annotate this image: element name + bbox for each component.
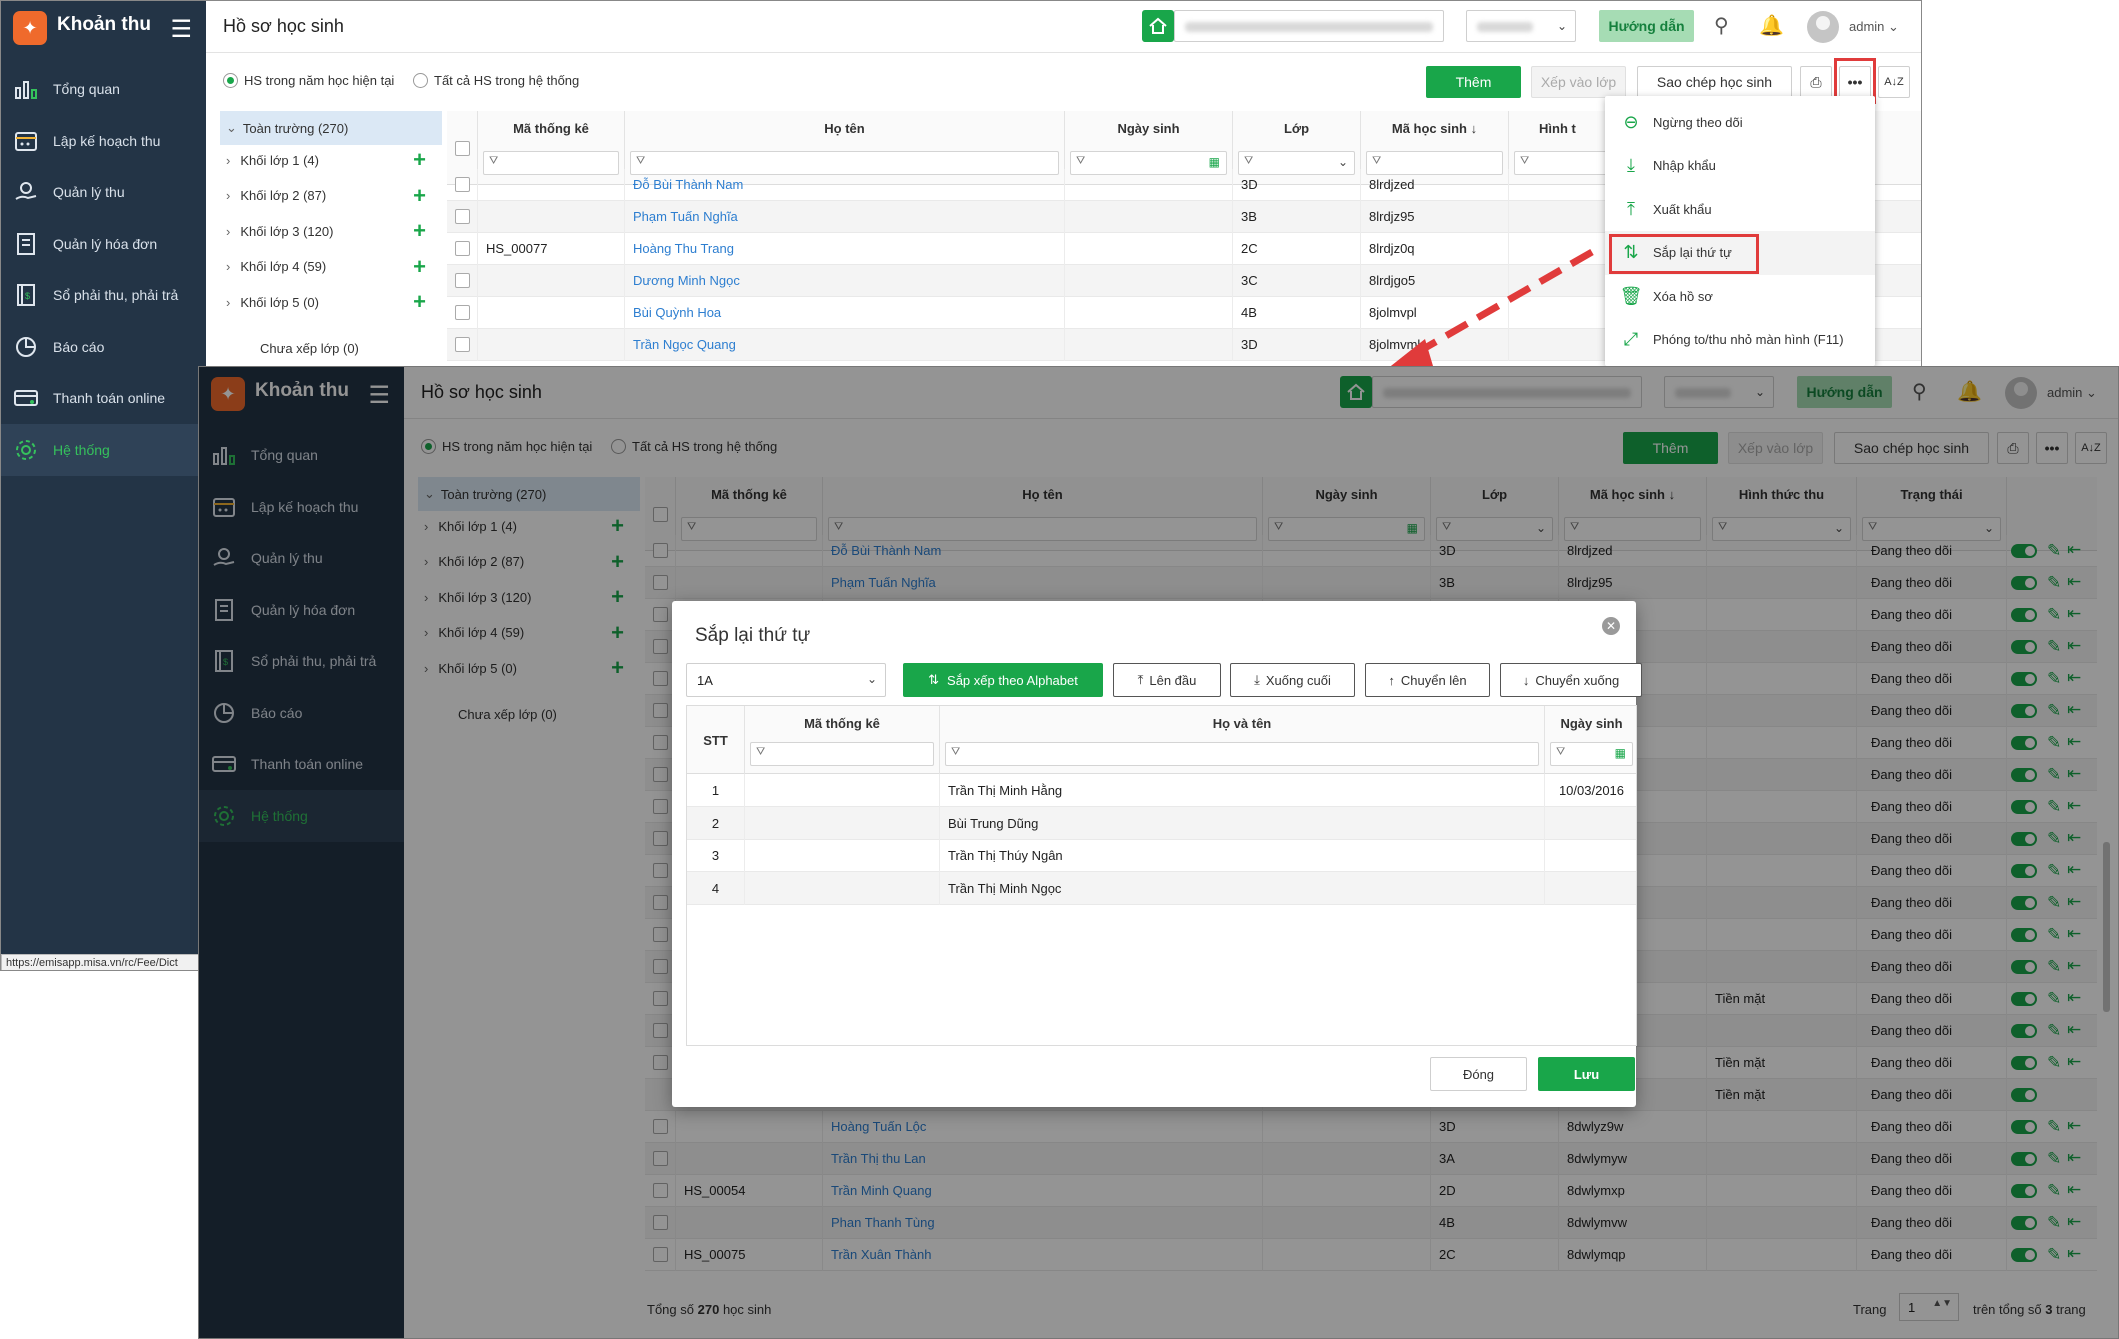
move-down-button[interactable]: ↓ Chuyển xuống bbox=[1500, 663, 1642, 697]
cell-code bbox=[745, 871, 940, 905]
cell-stt: 4 bbox=[687, 871, 745, 905]
cell-name: Trần Thị Minh Ngọc bbox=[940, 871, 1545, 905]
move-bottom-icon: ⤓ bbox=[1254, 672, 1260, 687]
cell-stt: 3 bbox=[687, 839, 745, 872]
arrow-down-icon: ↓ bbox=[1522, 672, 1530, 688]
reorder-dialog: Sắp lại thứ tự ✕ 1A ⌄ ⇅ Sắp xếp theo Alpha… bbox=[672, 601, 1642, 1107]
close-button[interactable]: Đóng bbox=[1430, 1057, 1527, 1091]
reorder-row[interactable]: 4 Trần Thị Minh Ngọc bbox=[687, 871, 1638, 905]
move-up-button[interactable]: ↑ Chuyển lên bbox=[1365, 663, 1490, 697]
cell-code bbox=[745, 839, 940, 872]
reorder-row[interactable]: 2 Bùi Trung Dũng bbox=[687, 806, 1638, 840]
cell-name: Trần Thị Thúy Ngân bbox=[940, 839, 1545, 872]
cell-dob bbox=[1545, 807, 1638, 840]
cell-stt: 1 bbox=[687, 774, 745, 807]
reorder-table-header: STT Mã thống kê Họ và tên Ngày sinh▦ bbox=[687, 706, 1636, 774]
header-stt: STT bbox=[687, 706, 745, 774]
sort-alphabet-button[interactable]: ⇅ Sắp xếp theo Alphabet bbox=[903, 663, 1103, 697]
close-icon[interactable]: ✕ bbox=[1602, 617, 1620, 635]
move-top-icon: ⤒ bbox=[1137, 672, 1144, 687]
move-to-bottom-button[interactable]: ⤓ Xuống cuối bbox=[1230, 663, 1355, 697]
reorder-row[interactable]: 1 Trần Thị Minh Hằng 10/03/2016 bbox=[687, 774, 1636, 807]
cell-code bbox=[745, 774, 940, 807]
cell-name: Trần Thị Minh Hằng bbox=[940, 774, 1545, 807]
cell-stt: 2 bbox=[687, 806, 745, 840]
cell-dob bbox=[1545, 839, 1638, 872]
filter-dob[interactable]: ▦ bbox=[1550, 742, 1633, 766]
window-modal-view: ✦ Khoản thu ☰ Tổng quan Lập kế hoạch thu Q… bbox=[198, 366, 2119, 1339]
cell-dob bbox=[1545, 872, 1638, 905]
header-full-name: Họ và tên bbox=[940, 706, 1545, 774]
arrow-up-icon: ↑ bbox=[1388, 672, 1395, 688]
cell-code bbox=[745, 806, 940, 840]
reorder-row[interactable]: 3 Trần Thị Thúy Ngân bbox=[687, 839, 1636, 872]
cell-name: Bùi Trung Dũng bbox=[940, 806, 1545, 840]
header-dob: Ngày sinh▦ bbox=[1545, 706, 1638, 774]
cell-dob: 10/03/2016 bbox=[1558, 783, 1625, 798]
filter-stat-code[interactable] bbox=[750, 742, 934, 766]
class-select[interactable]: 1A ⌄ bbox=[686, 663, 886, 697]
reorder-table: STT Mã thống kê Họ và tên Ngày sinh▦ 1 Tr… bbox=[686, 705, 1637, 1046]
header-stat-code: Mã thống kê bbox=[745, 706, 940, 774]
move-to-top-button[interactable]: ⤒ Lên đầu bbox=[1113, 663, 1221, 697]
dialog-title: Sắp lại thứ tự bbox=[695, 625, 811, 646]
save-button[interactable]: Lưu bbox=[1538, 1057, 1635, 1091]
filter-full-name[interactable] bbox=[945, 742, 1539, 766]
sort-az-icon: ⇅ bbox=[928, 672, 940, 687]
